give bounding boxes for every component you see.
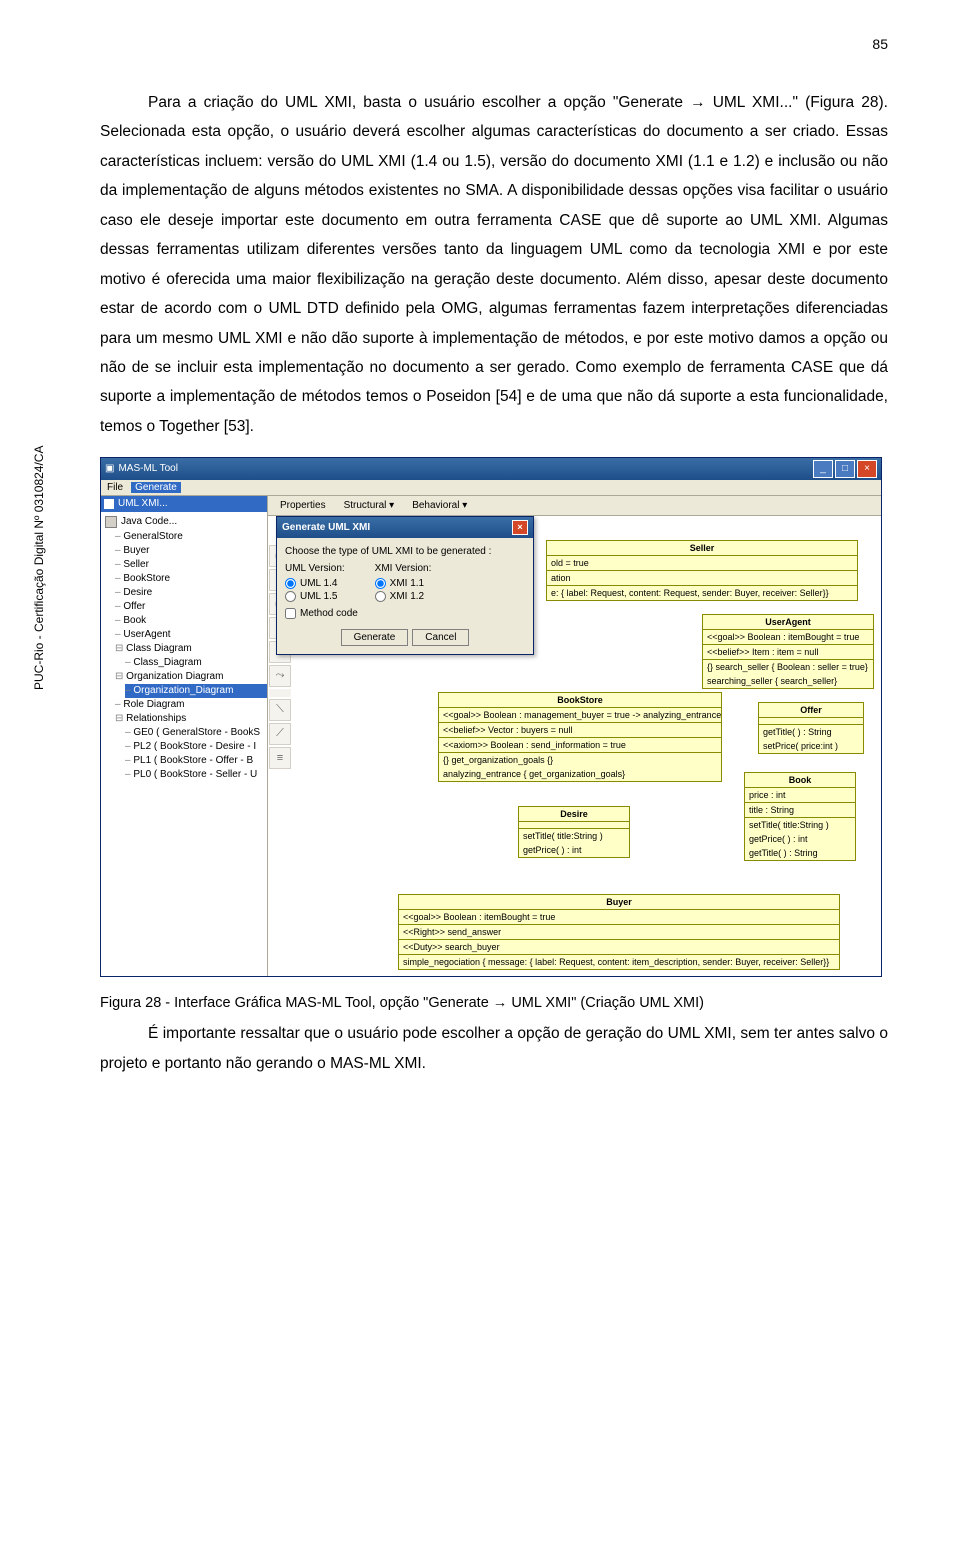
diagram-canvas[interactable]: Diagram ▭ A ▭ ⇢ ⇒ ⤳ ⟍ ⟋ ≡	[268, 516, 881, 976]
tree-item[interactable]: GeneralStore	[115, 530, 267, 544]
radio-uml14[interactable]: UML 1.4	[285, 578, 345, 589]
palette-tool[interactable]: ≡	[269, 747, 291, 769]
dialog-close-icon[interactable]: ×	[512, 520, 528, 535]
tree-group-org[interactable]: Organization Diagram	[115, 670, 267, 684]
tree-item[interactable]: PL1 ( BookStore - Offer - B	[125, 754, 267, 768]
tree-item[interactable]: Seller	[115, 558, 267, 572]
dialog-title: Generate UML XMI	[282, 522, 370, 533]
project-tree[interactable]: UML XMI... Java Code... GeneralStore Buy…	[101, 496, 268, 976]
titlebar: ▣ MAS-ML Tool _ □ ×	[101, 458, 881, 480]
minimize-icon[interactable]: _	[813, 460, 833, 478]
tree-item[interactable]: GE0 ( GeneralStore - BookS	[125, 726, 267, 740]
paragraph-2: É importante ressaltar que o usuário pod…	[100, 1019, 888, 1078]
tree-item-selected[interactable]: Organization_Diagram	[125, 684, 267, 698]
tab-structural[interactable]: Structural	[338, 498, 401, 513]
menubar: File Generate	[101, 480, 881, 496]
watermark-sidebar: PUC-Rio - Certificação Digital Nº 031082…	[32, 446, 46, 690]
menu-item-java-code[interactable]: Java Code...	[105, 514, 267, 530]
toolbar: Properties Structural Behavioral	[268, 496, 881, 516]
uml-class-seller[interactable]: Seller old = true ation e: { label: Requ…	[546, 540, 858, 601]
radio-xmi11[interactable]: XMI 1.1	[375, 578, 432, 589]
app-window: ▣ MAS-ML Tool _ □ × File Generate UML XM…	[100, 457, 882, 977]
menu-file[interactable]: File	[107, 482, 123, 493]
uml-class-useragent[interactable]: UserAgent <<goal>> Boolean : itemBought …	[702, 614, 874, 689]
tree-item[interactable]: UserAgent	[115, 628, 267, 642]
tree-item[interactable]: Offer	[115, 600, 267, 614]
figure-caption: Figura 28 - Interface Gráfica MAS-ML Too…	[100, 991, 888, 1016]
maximize-icon[interactable]: □	[835, 460, 855, 478]
tree-item[interactable]: BookStore	[115, 572, 267, 586]
tree-item[interactable]: Role Diagram	[115, 698, 267, 712]
menu-item-uml-xmi[interactable]: UML XMI...	[101, 496, 267, 512]
tab-behavioral[interactable]: Behavioral	[406, 498, 473, 513]
uml-class-desire[interactable]: Desire setTitle( title:String ) getPrice…	[518, 806, 630, 858]
uml-class-bookstore[interactable]: BookStore <<goal>> Boolean : management_…	[438, 692, 722, 782]
dialog-prompt: Choose the type of UML XMI to be generat…	[285, 546, 525, 557]
tree-group-class[interactable]: Class Diagram	[115, 642, 267, 656]
uml-class-buyer[interactable]: Buyer <<goal>> Boolean : itemBought = tr…	[398, 894, 840, 970]
xmi-version-label: XMI Version:	[375, 563, 432, 574]
radio-xmi12[interactable]: XMI 1.2	[375, 591, 432, 602]
close-icon[interactable]: ×	[857, 460, 877, 478]
tab-properties[interactable]: Properties	[274, 498, 332, 513]
generate-dialog: Generate UML XMI × Choose the type of UM…	[276, 516, 534, 655]
generate-button[interactable]: Generate	[341, 629, 409, 646]
tree-group-rel[interactable]: Relationships	[115, 712, 267, 726]
uml-class-offer[interactable]: Offer getTitle( ) : String setPrice( pri…	[758, 702, 864, 754]
tree-item[interactable]: Book	[115, 614, 267, 628]
uml-version-label: UML Version:	[285, 563, 345, 574]
palette-tool[interactable]: ⤳	[269, 665, 291, 687]
tree-item[interactable]: Buyer	[115, 544, 267, 558]
menu-generate[interactable]: Generate	[131, 482, 181, 493]
radio-uml15[interactable]: UML 1.5	[285, 591, 345, 602]
palette-tool[interactable]: ⟍	[269, 699, 291, 721]
cancel-button[interactable]: Cancel	[412, 629, 469, 646]
tree-item[interactable]: Desire	[115, 586, 267, 600]
tree-item[interactable]: PL2 ( BookStore - Desire - I	[125, 740, 267, 754]
page-number: 85	[100, 36, 888, 52]
tree-item[interactable]: Class_Diagram	[125, 656, 267, 670]
checkbox-method-code[interactable]: Method code	[285, 608, 525, 619]
app-title: MAS-ML Tool	[118, 463, 177, 474]
palette-tool[interactable]: ⟋	[269, 723, 291, 745]
paragraph-1: Para a criação do UML XMI, basta o usuár…	[100, 88, 888, 441]
app-icon: ▣	[105, 463, 114, 474]
tree-item[interactable]: PL0 ( BookStore - Seller - U	[125, 768, 267, 782]
uml-class-book[interactable]: Book price : int title : String setTitle…	[744, 772, 856, 861]
